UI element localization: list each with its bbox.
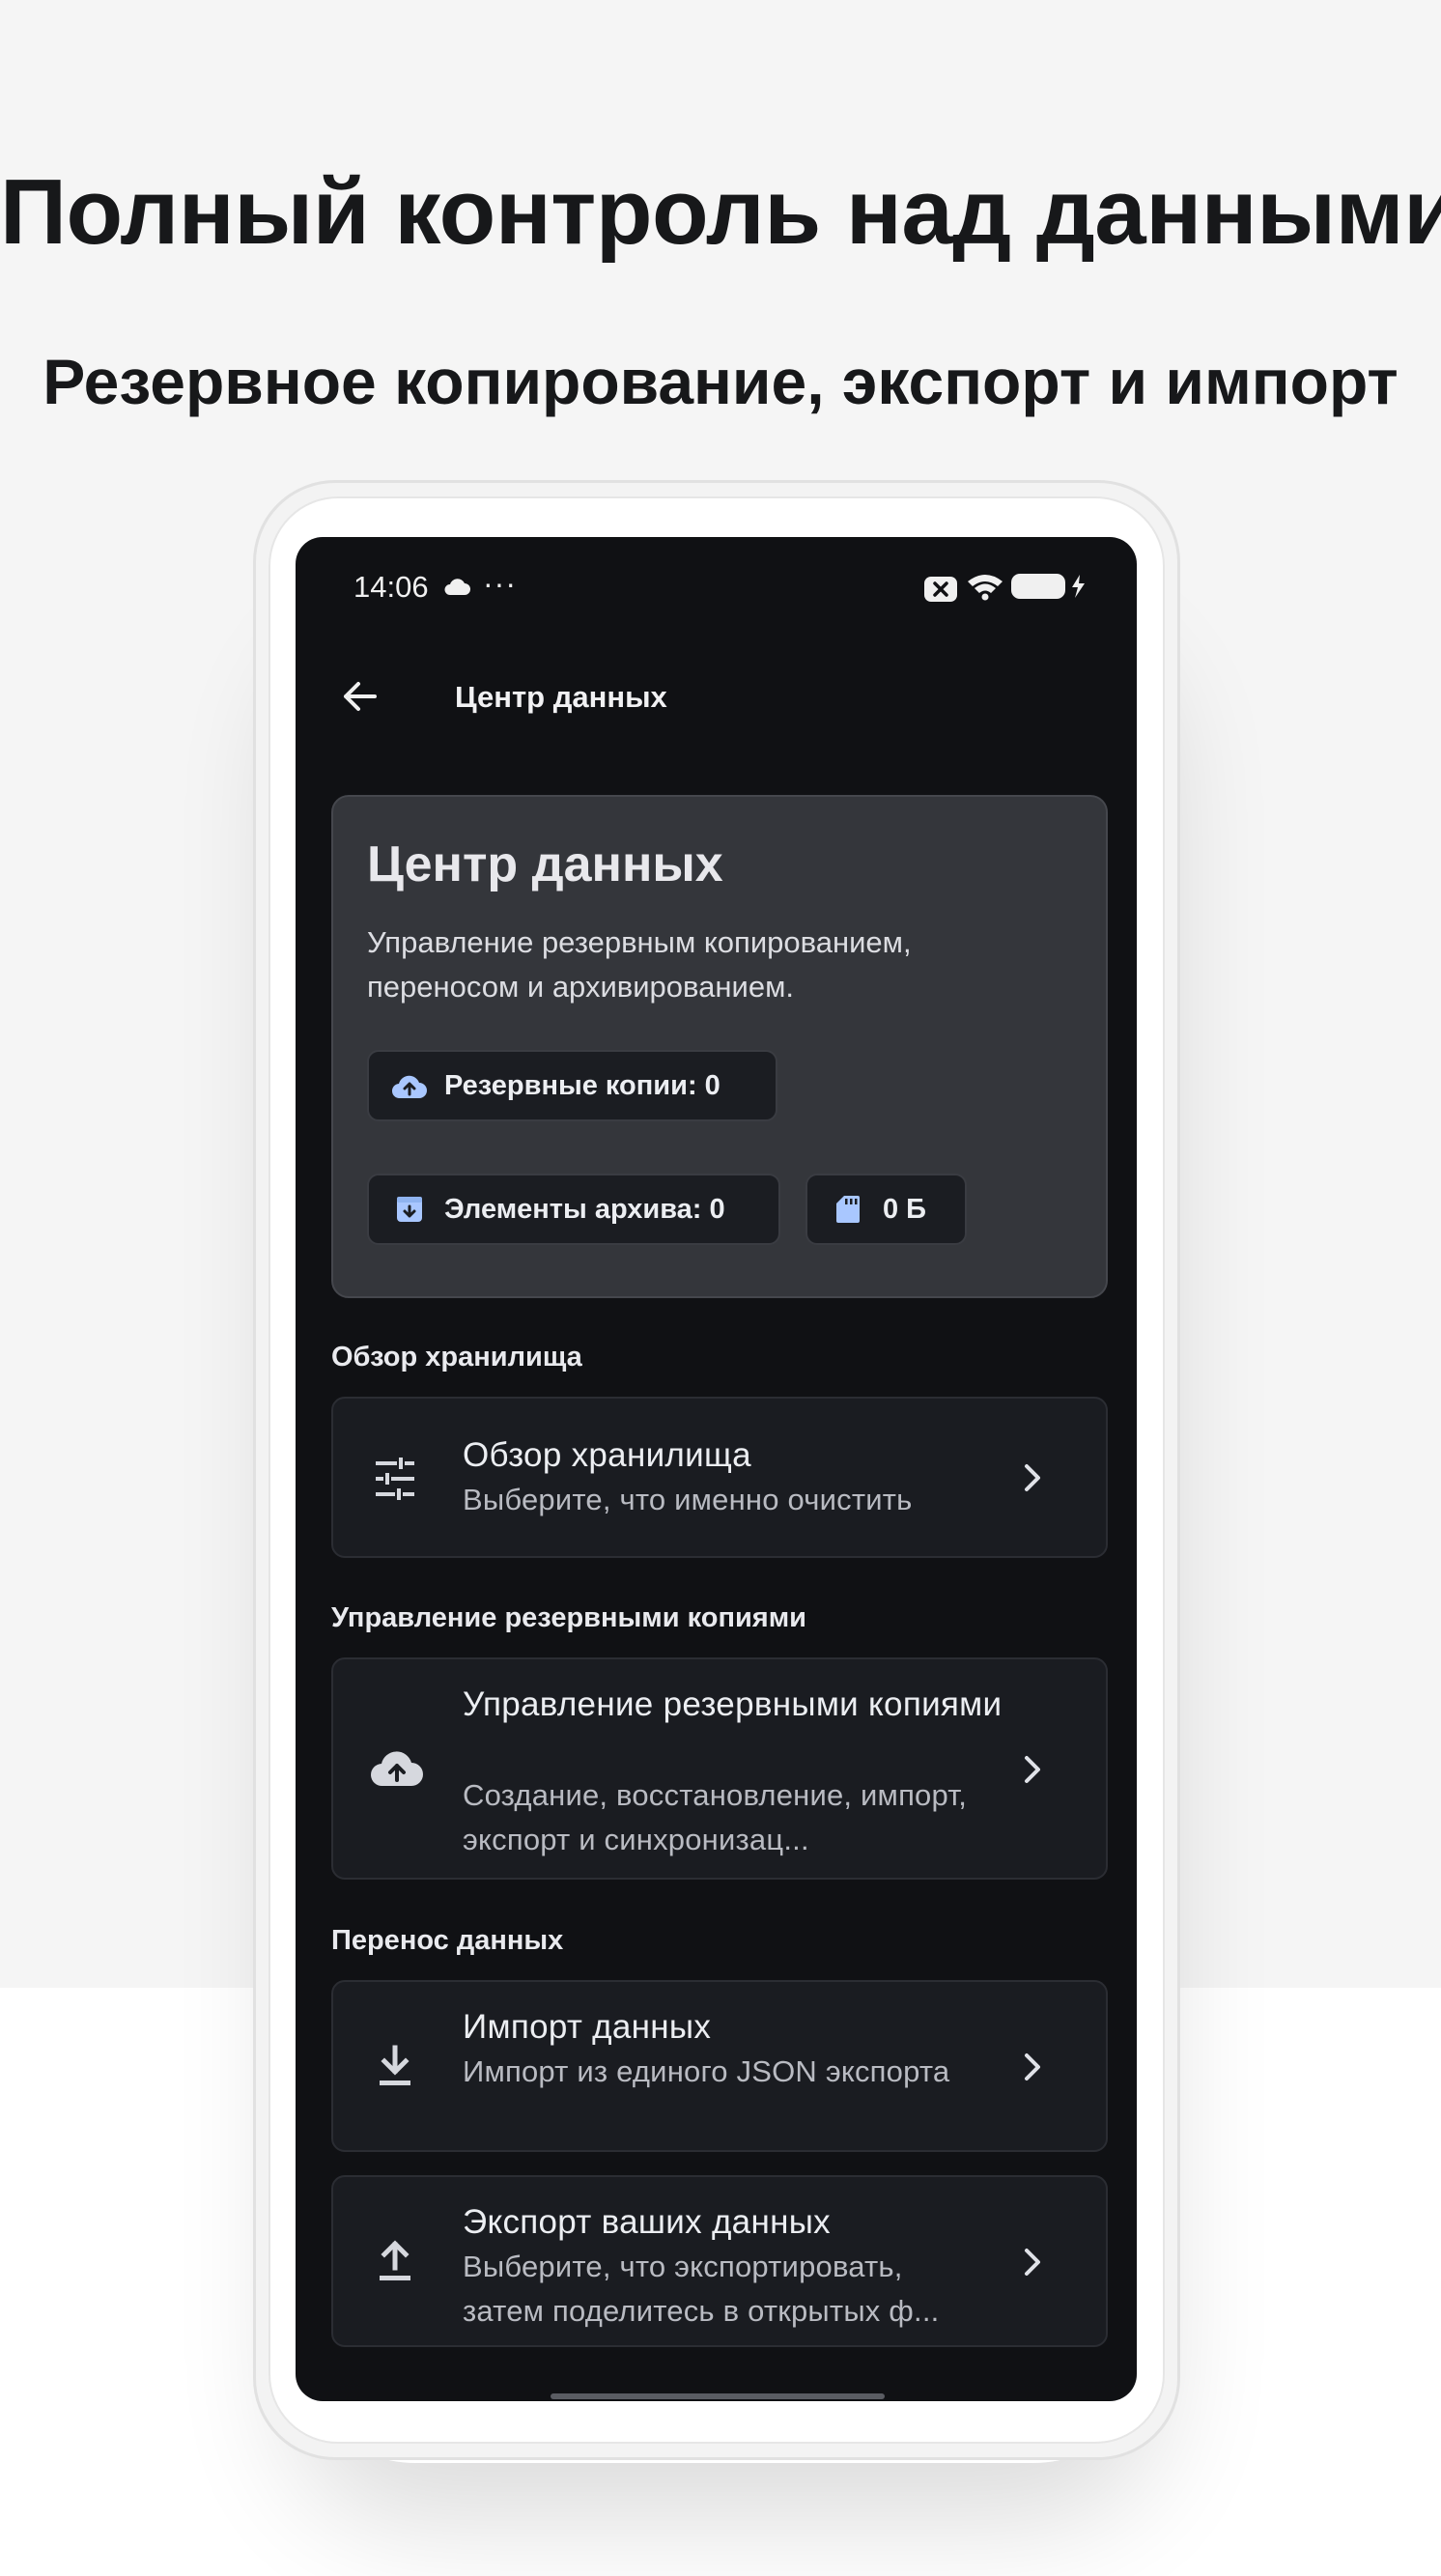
tune-icon (370, 1454, 420, 1504)
cloud-icon (442, 576, 471, 602)
chip-backups-label: Резервные копии: 0 (444, 1069, 720, 1101)
chevron-right-icon (1017, 1750, 1046, 1789)
status-more-dots: ··· (483, 566, 517, 601)
chevron-right-icon (1017, 1458, 1046, 1497)
card-backup-title: Управление резервными копиями (463, 1685, 1003, 1723)
phone-screen: 14:06 ··· Центр данных Центр данных Упра… (296, 537, 1137, 2401)
card-export-subtitle: Выберите, что экспортировать, затем поде… (463, 2250, 940, 2328)
chevron-right-icon (1017, 2243, 1046, 2281)
wifi-icon (966, 572, 1004, 606)
section-label-backups: Управление резервными копиями (331, 1602, 806, 1633)
upload-icon (370, 2237, 420, 2287)
battery-charging-icon (1010, 573, 1091, 605)
card-import-subtitle: Импорт из единого JSON экспорта (463, 2054, 950, 2088)
chip-storage-size: 0 Б (805, 1174, 967, 1245)
chip-backups-count: Резервные копии: 0 (367, 1050, 777, 1121)
gesture-home-bar[interactable] (551, 2393, 885, 2399)
card-storage-subtitle: Выберите, что именно очистить (463, 1483, 913, 1516)
card-backup-subtitle: Создание, восстановление, импорт, экспор… (463, 1778, 968, 1856)
status-bar: 14:06 ··· (296, 537, 1137, 634)
archive-icon (390, 1190, 429, 1229)
card-storage-overview[interactable]: Обзор хранилища Выберите, что именно очи… (331, 1397, 1108, 1558)
card-storage-title: Обзор хранилища (463, 1436, 751, 1474)
sd-card-icon (829, 1190, 867, 1229)
chip-storage-label: 0 Б (883, 1193, 927, 1225)
app-bar-title: Центр данных (455, 680, 667, 714)
section-label-transfer: Перенос данных (331, 1925, 564, 1956)
data-center-summary-card: Центр данных Управление резервным копиро… (331, 795, 1108, 1298)
chip-archive-label: Элементы архива: 0 (444, 1193, 725, 1225)
arrow-left-icon[interactable] (336, 672, 384, 721)
chip-archive-items: Элементы архива: 0 (367, 1174, 780, 1245)
promo-headline: Полный контроль над данными (0, 160, 1441, 264)
card-export-data[interactable]: Экспорт ваших данных Выберите, что экспо… (331, 2175, 1108, 2347)
section-label-storage: Обзор хранилища (331, 1342, 582, 1373)
app-bar: Центр данных (296, 634, 1137, 754)
summary-description: Управление резервным копированием, перен… (367, 925, 912, 1004)
promo-subheadline: Резервное копирование, экспорт и импорт (42, 346, 1399, 417)
card-export-title: Экспорт ваших данных (463, 2203, 831, 2241)
status-time: 14:06 (353, 570, 429, 604)
download-icon (370, 2042, 420, 2092)
notification-x-icon (923, 576, 958, 608)
card-backup-management[interactable]: Управление резервными копиями Создание, … (331, 1657, 1108, 1880)
card-import-title: Импорт данных (463, 2008, 712, 2046)
chevron-right-icon (1017, 2048, 1046, 2086)
card-import-data[interactable]: Импорт данных Импорт из единого JSON экс… (331, 1980, 1108, 2152)
summary-title: Центр данных (367, 836, 723, 892)
cloud-upload-icon (390, 1066, 429, 1105)
cloud-upload-icon (370, 1745, 423, 1796)
